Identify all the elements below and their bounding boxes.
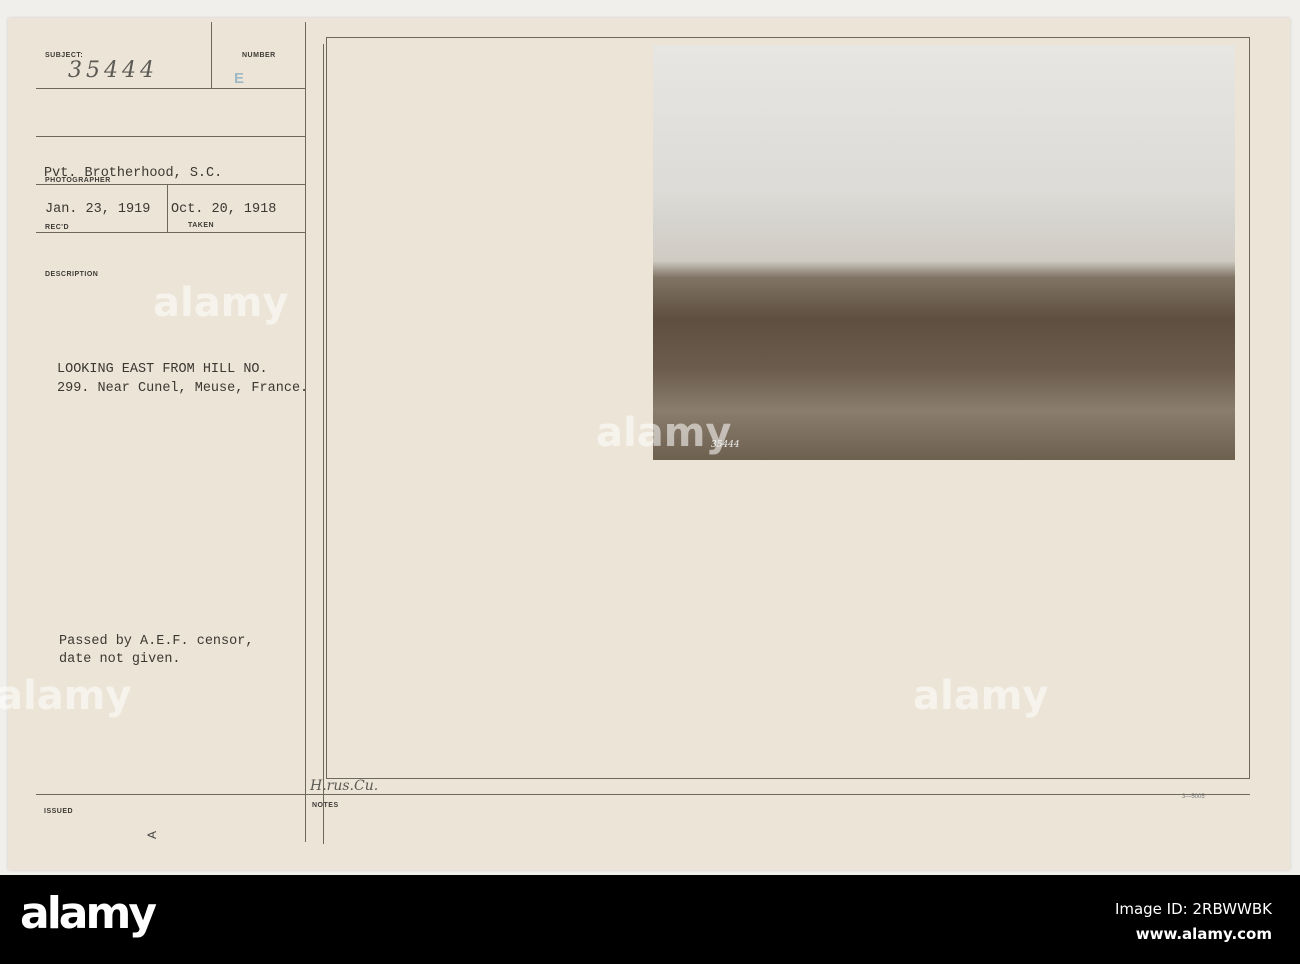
site-url[interactable]: www.alamy.com	[1136, 925, 1272, 943]
image-id: Image ID: 2RBWWBK	[1114, 900, 1272, 918]
divider	[323, 44, 324, 844]
issued-mark: A	[145, 830, 160, 840]
received-date: Jan. 23, 1919	[45, 202, 151, 217]
divider	[36, 136, 305, 137]
taken-date: Oct. 20, 1918	[171, 202, 277, 217]
censor-note: Passed by A.E.F. censor,	[59, 634, 254, 649]
description-line: 299. Near Cunel, Meuse, France.	[57, 381, 309, 396]
divider	[167, 184, 168, 232]
taken-label: TAKEN	[188, 222, 215, 229]
archive-card: SUBJECT: 35444 NUMBER E Pvt. Brotherhood…	[0, 18, 1290, 870]
form-number: 3—5005	[1182, 794, 1205, 800]
received-label: REC'D	[45, 224, 69, 231]
divider	[36, 88, 305, 89]
watermark: alamy	[0, 673, 132, 719]
description-label: DESCRIPTION	[45, 271, 99, 278]
divider	[36, 232, 305, 233]
footer-band	[0, 875, 1300, 964]
number-label: NUMBER	[242, 52, 276, 59]
divider	[211, 22, 212, 88]
column-divider	[305, 22, 306, 842]
watermark: alamy	[596, 410, 732, 456]
issued-label: ISSUED	[44, 808, 74, 815]
watermark: alamy	[913, 673, 1049, 719]
number-stamp: E	[234, 70, 245, 87]
alamy-logo: alamy	[20, 888, 157, 939]
landscape-photo: 35444	[653, 45, 1235, 460]
notes-label: NOTES	[312, 802, 339, 809]
photographer-label: PHOTOGRAPHER	[45, 177, 111, 184]
description-line: LOOKING EAST FROM HILL NO.	[57, 362, 268, 377]
watermark: alamy	[153, 280, 289, 326]
subject-number: 35444	[68, 58, 158, 83]
notes-divider	[36, 794, 1250, 795]
censor-note: date not given.	[59, 652, 181, 667]
handwritten-note: H.rus.Cu.	[310, 778, 379, 794]
divider	[36, 184, 305, 185]
